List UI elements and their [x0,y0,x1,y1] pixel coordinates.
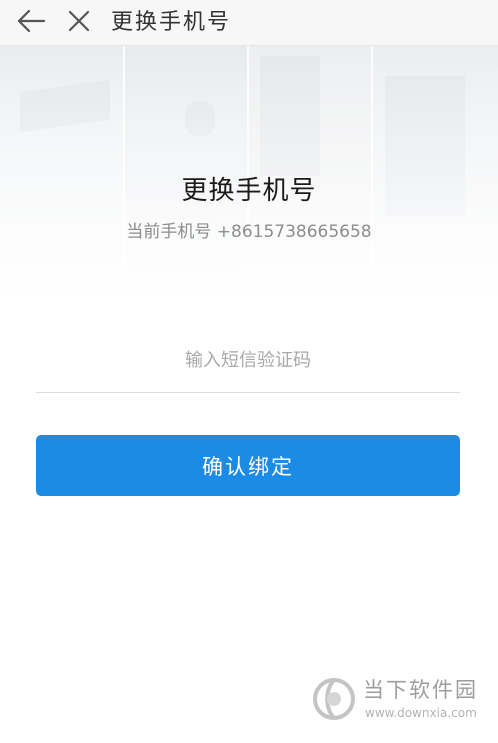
close-button[interactable] [62,6,96,40]
watermark-text: 当下软件园 [363,678,478,702]
watermark-logo-icon [311,676,357,722]
navbar-title: 更换手机号 [111,10,232,35]
close-icon [67,9,91,37]
change-phone-page: 更换手机号 更换手机号 当前手机号 +8615738665658 确认绑定 当下… [0,0,498,743]
watermark-url: www.downxia.com [365,706,477,720]
top-navbar: 更换手机号 [0,0,498,46]
sms-code-input[interactable] [36,338,460,382]
back-button[interactable] [14,6,48,40]
input-underline [36,392,460,393]
arrow-left-icon [16,9,46,37]
page-title: 更换手机号 [181,176,317,206]
current-phone-label: 当前手机号 +8615738665658 [126,222,372,242]
watermark: 当下软件园 www.downxia.com [311,672,491,728]
confirm-bind-button[interactable]: 确认绑定 [36,435,460,496]
